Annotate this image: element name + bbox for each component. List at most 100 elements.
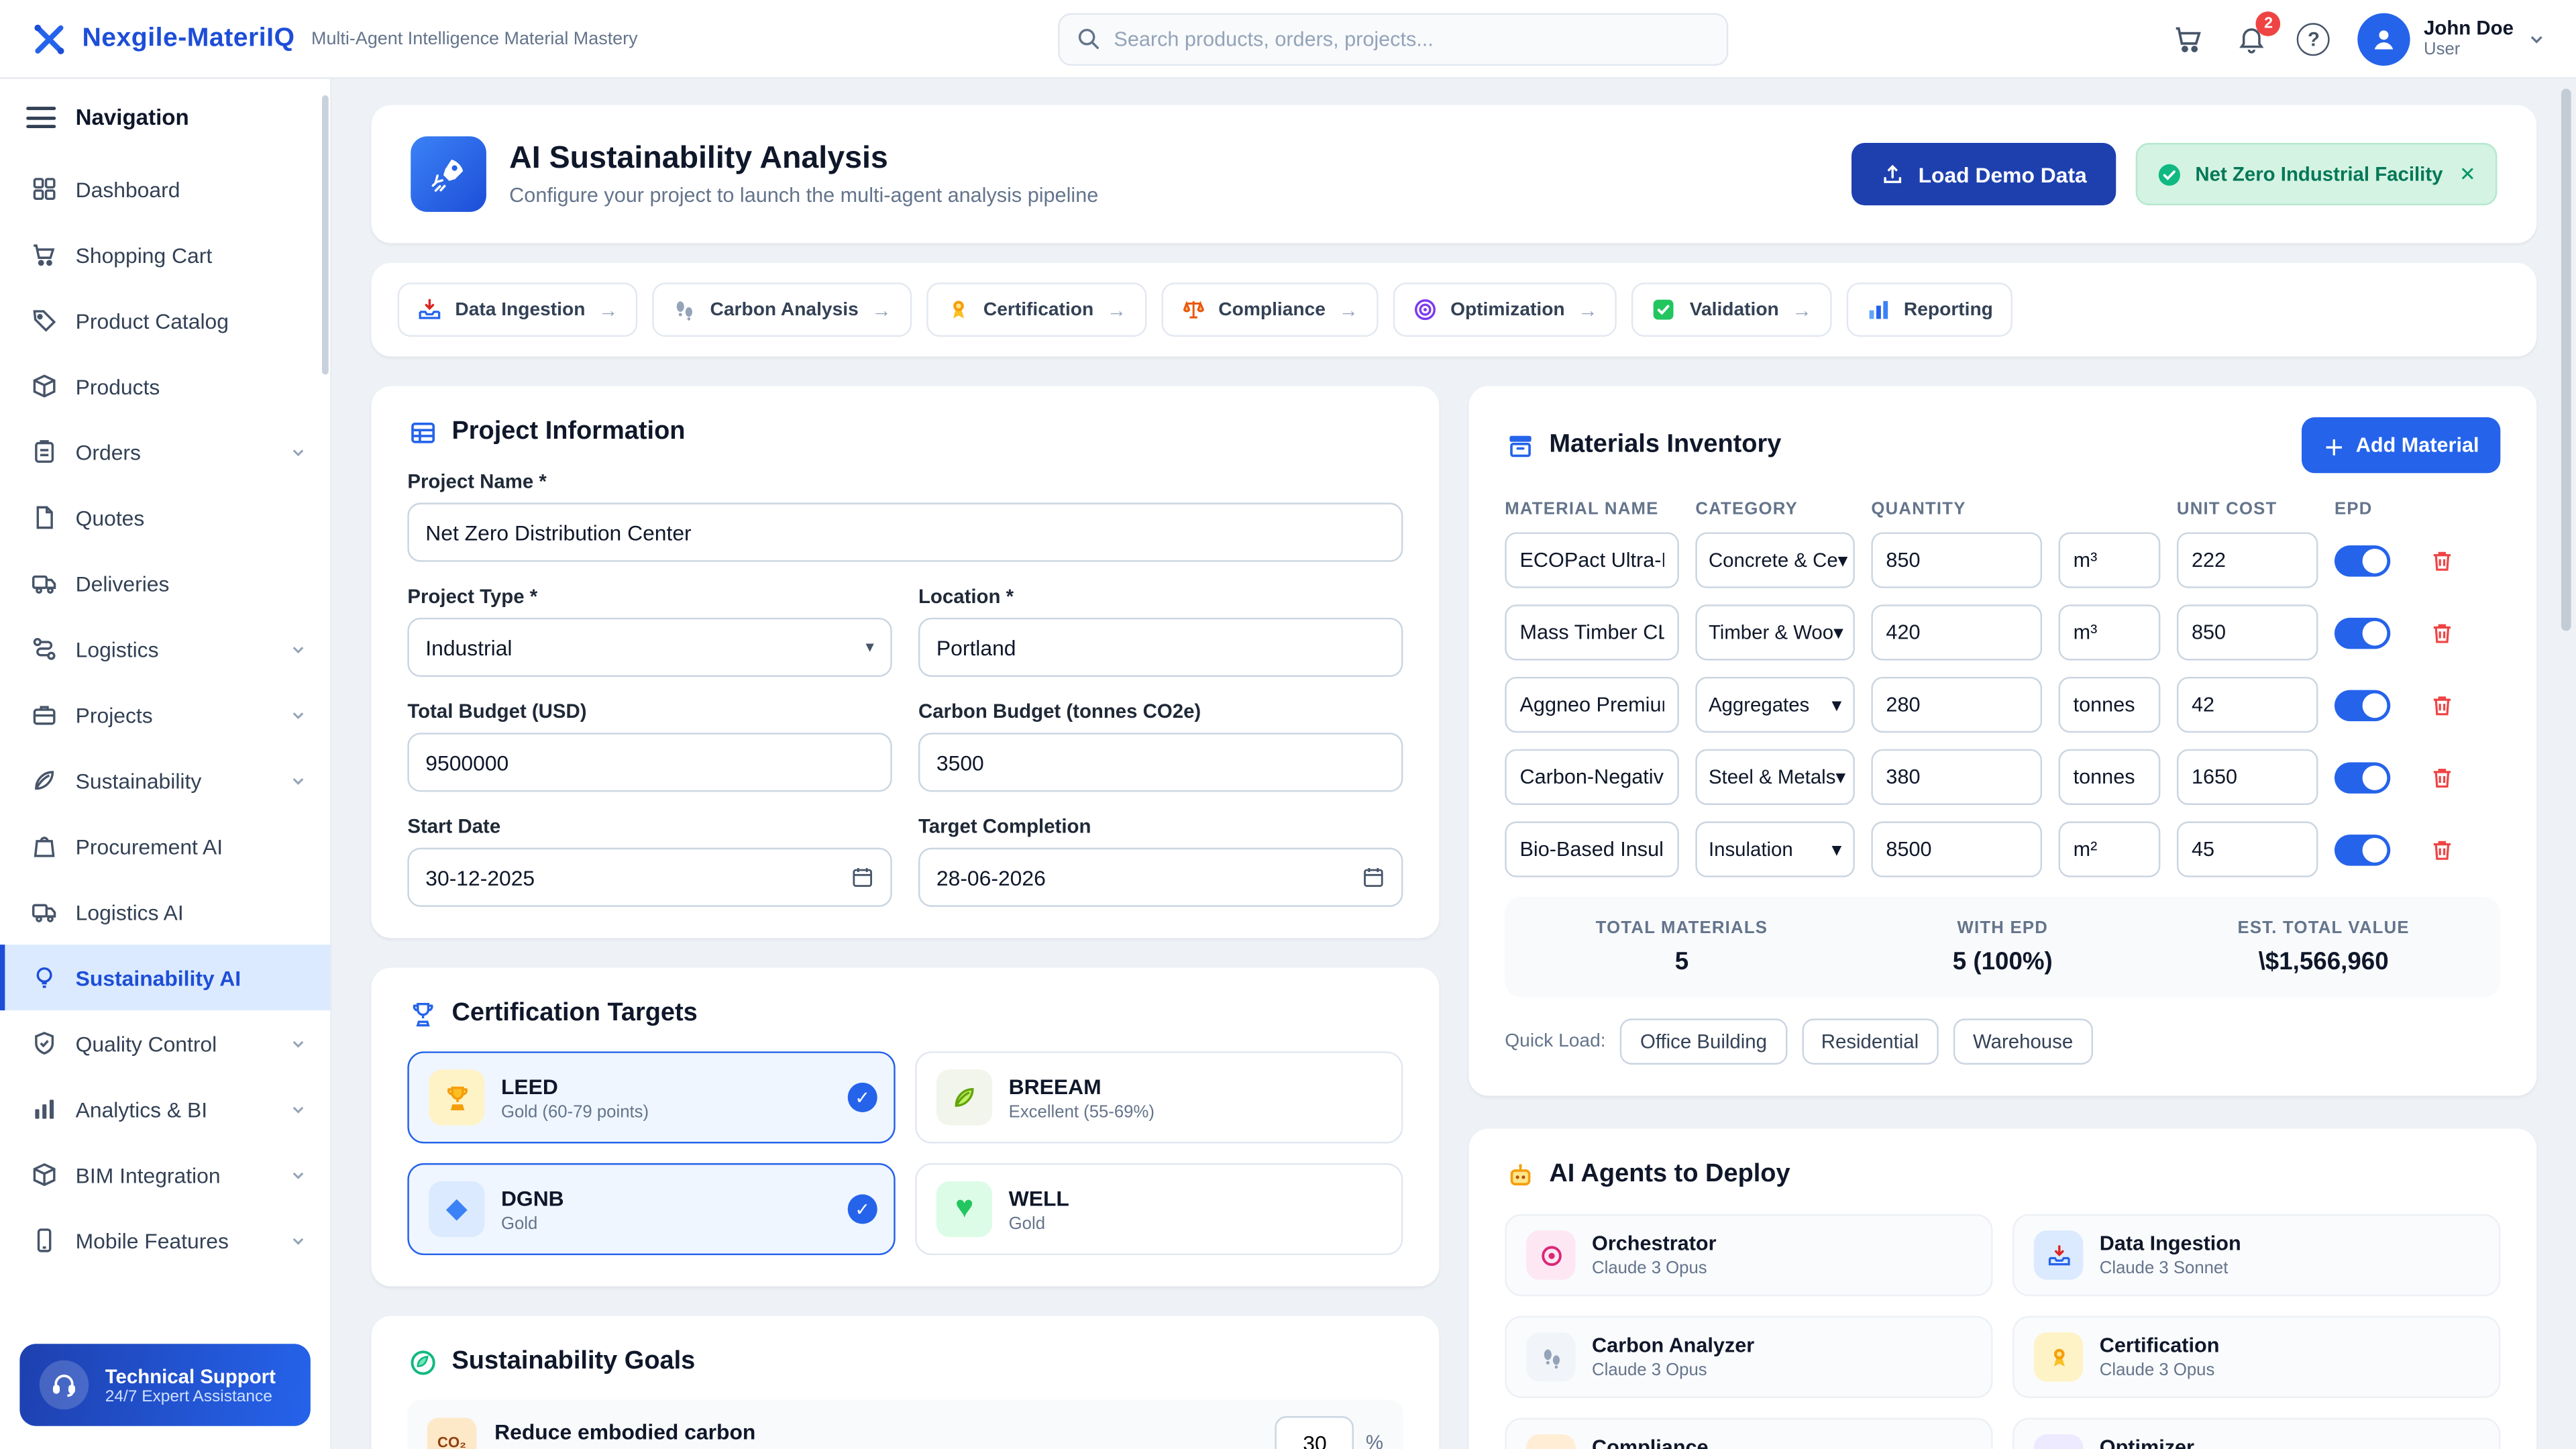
delete-material-button[interactable] xyxy=(2423,831,2459,867)
quantity-input[interactable] xyxy=(1871,532,2042,588)
cert-option-well[interactable]: ♥ WELL Gold xyxy=(915,1163,1403,1255)
sidebar-item-projects[interactable]: Projects xyxy=(0,682,330,747)
step-reporting[interactable]: Reporting xyxy=(1846,282,2012,337)
help-icon[interactable]: ? xyxy=(2296,21,2332,57)
sidebar-scrollbar[interactable] xyxy=(322,95,329,374)
delete-material-button[interactable] xyxy=(2423,542,2459,578)
category-select[interactable]: Timber & Woo▾ xyxy=(1695,604,1855,660)
menu-toggle-icon[interactable] xyxy=(26,107,56,128)
sidebar-item-analytics-bi[interactable]: Analytics & BI xyxy=(0,1076,330,1142)
sidebar-item-products[interactable]: Products xyxy=(0,354,330,419)
delete-material-button[interactable] xyxy=(2423,759,2459,795)
material-row: Insulation▾ xyxy=(1505,821,2500,877)
sidebar-item-sustainability[interactable]: Sustainability xyxy=(0,747,330,813)
page-scrollbar[interactable] xyxy=(2561,89,2571,1436)
quantity-input[interactable] xyxy=(1871,604,2042,660)
agent-carbon-analyzer[interactable]: Carbon Analyzer Claude 3 Opus xyxy=(1505,1316,1992,1398)
search-input[interactable] xyxy=(1114,27,1710,50)
sidebar-item-logistics[interactable]: Logistics xyxy=(0,616,330,682)
carbon-budget-input[interactable] xyxy=(918,733,1403,792)
project-name-input[interactable] xyxy=(407,502,1403,561)
sidebar-item-dashboard[interactable]: Dashboard xyxy=(0,156,330,222)
total-budget-input[interactable] xyxy=(407,733,892,792)
unit-cost-input[interactable] xyxy=(2177,677,2318,733)
epd-toggle[interactable] xyxy=(2334,834,2390,865)
cert-option-dgnb[interactable]: ◆ DGNB Gold ✓ xyxy=(407,1163,895,1255)
notifications-bell-icon[interactable]: 2 xyxy=(2233,21,2269,57)
sidebar-item-mobile-features[interactable]: Mobile Features xyxy=(0,1208,330,1273)
material-name-input[interactable] xyxy=(1505,532,1679,588)
quick-load-residential[interactable]: Residential xyxy=(1801,1018,1938,1065)
quantity-input[interactable] xyxy=(1871,677,2042,733)
sidebar-item-orders[interactable]: Orders xyxy=(0,419,330,484)
category-select[interactable]: Concrete & Ce▾ xyxy=(1695,532,1855,588)
technical-support-card[interactable]: Technical Support 24/7 Expert Assistance xyxy=(19,1344,310,1426)
step-optimization[interactable]: Optimization → xyxy=(1393,282,1617,337)
material-name-input[interactable] xyxy=(1505,604,1679,660)
unit-input[interactable] xyxy=(2059,604,2161,660)
delete-material-button[interactable] xyxy=(2423,687,2459,723)
step-carbon-analysis[interactable]: Carbon Analysis → xyxy=(653,282,911,337)
agent-compliance[interactable]: Compliance Claude 3 Sonnet xyxy=(1505,1417,1992,1449)
cart-icon[interactable] xyxy=(2171,21,2207,57)
unit-cost-input[interactable] xyxy=(2177,749,2318,805)
unit-input[interactable] xyxy=(2059,677,2161,733)
category-select[interactable]: Aggregates▾ xyxy=(1695,677,1855,733)
sidebar-item-quality-control[interactable]: Quality Control xyxy=(0,1010,330,1076)
unit-input[interactable] xyxy=(2059,532,2161,588)
step-data-ingestion[interactable]: Data Ingestion → xyxy=(398,282,638,337)
materials-summary: TOTAL MATERIALS 5 WITH EPD 5 (100%) EST.… xyxy=(1505,897,2500,997)
medal-icon xyxy=(946,297,971,322)
step-compliance[interactable]: Compliance → xyxy=(1161,282,1379,337)
epd-toggle[interactable] xyxy=(2334,761,2390,793)
location-input[interactable] xyxy=(918,618,1403,677)
delete-material-button[interactable] xyxy=(2423,614,2459,651)
category-select[interactable]: Insulation▾ xyxy=(1695,821,1855,877)
material-name-input[interactable] xyxy=(1505,749,1679,805)
unit-input[interactable] xyxy=(2059,821,2161,877)
sidebar-item-shopping-cart[interactable]: Shopping Cart xyxy=(0,222,330,288)
material-name-input[interactable] xyxy=(1505,821,1679,877)
brand-logo[interactable]: Nexgile-MateriIQ xyxy=(30,19,294,58)
dashboard-icon xyxy=(30,175,58,203)
material-name-input[interactable] xyxy=(1505,677,1679,733)
upload-icon xyxy=(1880,162,1903,185)
quantity-input[interactable] xyxy=(1871,821,2042,877)
close-icon[interactable]: ✕ xyxy=(2459,162,2476,185)
add-material-button[interactable]: ＋ Add Material xyxy=(2302,417,2500,473)
unit-cost-input[interactable] xyxy=(2177,532,2318,588)
cert-option-breeam[interactable]: BREEAM Excellent (55-69%) xyxy=(915,1051,1403,1143)
epd-toggle[interactable] xyxy=(2334,689,2390,720)
sidebar-item-product-catalog[interactable]: Product Catalog xyxy=(0,288,330,354)
unit-cost-input[interactable] xyxy=(2177,821,2318,877)
unit-input[interactable] xyxy=(2059,749,2161,805)
agent-certification[interactable]: Certification Claude 3 Opus xyxy=(2012,1316,2500,1398)
load-demo-data-button[interactable]: Load Demo Data xyxy=(1851,143,2116,205)
sidebar-item-procurement-ai[interactable]: Procurement AI xyxy=(0,813,330,879)
quantity-input[interactable] xyxy=(1871,749,2042,805)
sidebar-item-logistics-ai[interactable]: Logistics AI xyxy=(0,879,330,945)
quick-load-warehouse[interactable]: Warehouse xyxy=(1953,1018,2093,1065)
material-row: Concrete & Ce▾ xyxy=(1505,532,2500,588)
target-completion-input[interactable]: 28-06-2026 xyxy=(918,848,1403,907)
unit-cost-input[interactable] xyxy=(2177,604,2318,660)
quick-load-office-building[interactable]: Office Building xyxy=(1621,1018,1787,1065)
avatar xyxy=(2358,12,2410,64)
sidebar-item-deliveries[interactable]: Deliveries xyxy=(0,550,330,616)
cert-option-leed[interactable]: LEED Gold (60-79 points) ✓ xyxy=(407,1051,895,1143)
category-select[interactable]: Steel & Metals▾ xyxy=(1695,749,1855,805)
user-menu[interactable]: John Doe User xyxy=(2358,12,2546,64)
agent-orchestrator[interactable]: Orchestrator Claude 3 Opus xyxy=(1505,1214,1992,1296)
sidebar-item-bim-integration[interactable]: BIM Integration xyxy=(0,1142,330,1208)
agent-optimizer[interactable]: Optimizer Claude 3 Opus xyxy=(2012,1417,2500,1449)
sidebar-item-quotes[interactable]: Quotes xyxy=(0,484,330,550)
epd-toggle[interactable] xyxy=(2334,617,2390,649)
sidebar-item-sustainability-ai[interactable]: Sustainability AI xyxy=(0,945,330,1010)
epd-toggle[interactable] xyxy=(2334,545,2390,576)
goal-value-input[interactable] xyxy=(1275,1416,1354,1449)
step-certification[interactable]: Certification → xyxy=(926,282,1146,337)
step-validation[interactable]: Validation → xyxy=(1632,282,1831,337)
project-type-select[interactable]: Industrial ▾ xyxy=(407,618,892,677)
agent-data-ingestion[interactable]: Data Ingestion Claude 3 Sonnet xyxy=(2012,1214,2500,1296)
start-date-input[interactable]: 30-12-2025 xyxy=(407,848,892,907)
